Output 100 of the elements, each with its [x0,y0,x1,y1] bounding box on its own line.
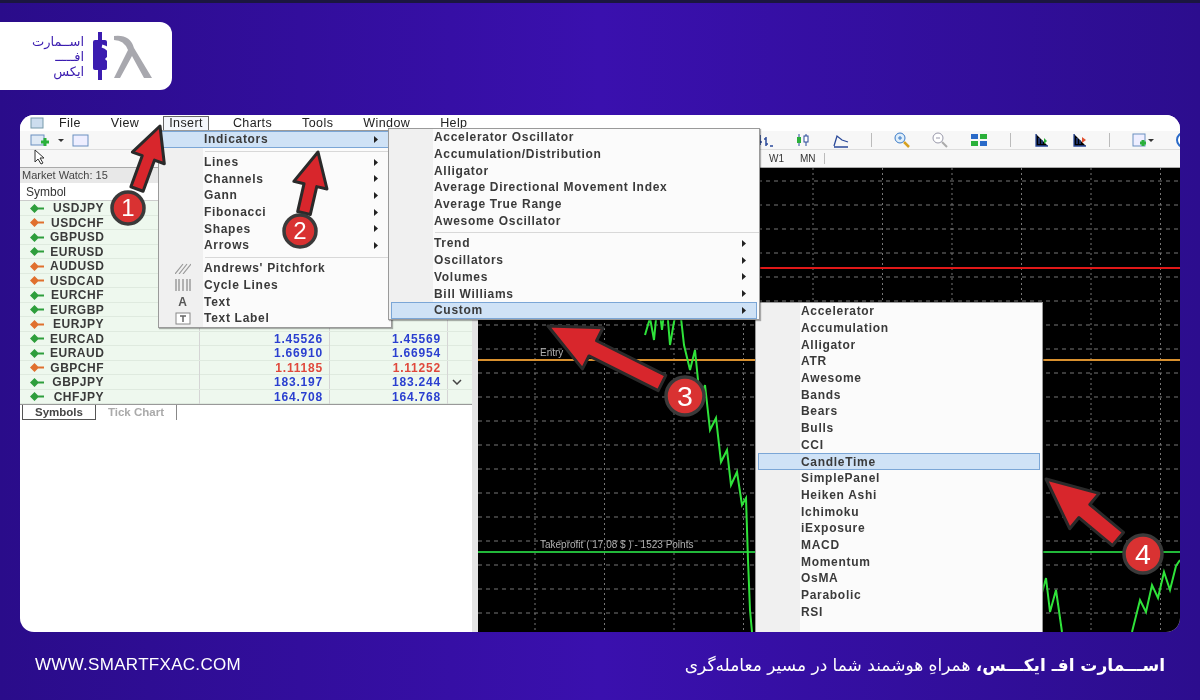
line-chart-icon[interactable] [833,132,849,148]
menu-item[interactable]: SimplePanel [801,471,881,486]
candles-icon[interactable] [795,132,811,148]
table-cell: 1.66910 [200,346,330,360]
menu-item[interactable]: Awesome [801,371,862,386]
menu-item[interactable]: Bill Williams [434,286,514,301]
chevron-down-icon[interactable] [452,379,462,385]
menu-item[interactable]: Bulls [801,421,834,436]
menu-item[interactable]: View [104,115,146,131]
line-label: Takeprofit ( 17.08 $ ) - 1523 Points [540,539,694,550]
diamond-icon [30,305,44,314]
symbol-name: EURUSD [50,244,104,259]
symbol-name: EURCHF [50,288,104,302]
menu-item[interactable]: Ichimoku [801,504,860,519]
add-indicator-icon[interactable] [1132,132,1154,148]
symbol-name: GBPJPY [51,375,104,389]
diamond-icon [30,377,44,387]
tab[interactable]: Symbols [22,405,96,420]
menu-item[interactable]: Channels [204,171,264,186]
diamond-icon [30,334,44,343]
menu-item[interactable]: Trend [434,236,471,251]
menu-item[interactable]: Andrews' Pitchfork [204,261,326,276]
diamond-icon [30,319,44,329]
menu-item[interactable]: Gann [204,188,238,203]
bar-chart-icon[interactable] [757,132,773,148]
menu-item[interactable]: iExposure [801,521,866,536]
menu-item[interactable]: Heiken Ashi [801,487,877,502]
menu-item[interactable]: Accelerator Oscillator [434,130,575,145]
menu-item[interactable]: Volumes [434,269,489,284]
menu-item[interactable]: Average Directional Movement Index [434,180,668,195]
menu-item[interactable]: Awesome Oscillator [434,213,562,228]
symbol-name: GBPUSD [50,230,104,244]
table-cell: 1.11252 [330,360,448,375]
menu-item[interactable]: ATR [801,354,827,369]
timeframe-button[interactable]: MN [792,153,824,164]
menu-item[interactable]: Parabolic [801,588,862,603]
table-cell: 1.45526 [200,331,330,346]
menu-item[interactable]: Momentum [801,554,871,569]
symbol-name: EURAUD [50,346,104,360]
menu-item[interactable]: Average True Range [434,197,563,212]
menu-item[interactable]: CCI [801,437,824,452]
menu-item[interactable]: MACD [801,537,840,552]
website-url: WWW.SMARTFXAC.COM [35,654,241,675]
menu-item[interactable]: Window [357,115,417,131]
menu-item[interactable]: Charts [226,115,279,131]
diamond-icon [30,247,44,256]
menu-item[interactable]: Accumulation/Distribution [434,147,602,162]
cursor-icon[interactable] [34,148,46,165]
menu-item[interactable]: Text [204,294,231,309]
symbol-name: EURJPY [51,317,104,331]
text-tool-icon: A [178,294,188,309]
menu-item[interactable]: Custom [391,301,757,319]
menu-item[interactable]: Arrows [204,238,250,253]
menu-item[interactable]: Accelerator [801,304,875,319]
menu-item[interactable]: OsMA [801,571,839,586]
label-icon [175,311,191,325]
symbol-name: EURGBP [50,302,104,317]
menu-item[interactable]: Accumulation [801,321,889,336]
symbol-name: EURCAD [50,331,104,346]
menu-item[interactable]: Lines [204,155,239,170]
menu-item[interactable]: Cycle Lines [204,277,279,292]
menu-item[interactable]: Oscillators [434,253,504,268]
menu-item[interactable]: Tools [296,115,340,131]
cycle-lines-icon [175,278,191,291]
tile-windows-icon[interactable] [970,132,988,148]
menu-item[interactable]: CandleTime [758,453,1040,470]
menu-item[interactable]: Alligator [801,337,856,352]
symbol-name: USDCHF [50,215,104,230]
logo-text: اســمارت افـــــ ایکس [32,33,85,79]
table-cell: 183.197 [200,375,330,389]
diamond-icon [30,203,44,213]
symbol-name: CHFJPY [52,389,104,404]
menu-item[interactable]: Help [434,115,474,131]
diamond-icon [30,392,44,401]
slogan-text: اســـمارت افـ ایکـــس، همراهِ هوشمند شما در مسیر معامله‌گری [684,654,1165,675]
menu-item[interactable]: Bands [801,387,842,402]
zoom-in-icon[interactable] [894,132,910,148]
diamond-icon [30,363,44,372]
menu-item[interactable]: Fibonacci [204,205,267,220]
menu-item[interactable]: Shapes [204,221,251,236]
symbol-name: AUDUSD [50,259,104,273]
menu-item[interactable]: RSI [801,604,824,619]
menu-item[interactable]: Insert [163,115,209,131]
table-cell: 164.708 [200,389,330,404]
menu-item[interactable]: File [53,115,87,131]
diamond-icon [30,290,44,300]
annotation-arrow [292,150,329,216]
diamond-icon [30,276,44,285]
table-cell: 164.768 [330,389,448,404]
menu-item[interactable]: Text Label [204,311,270,326]
column-header: Symbol [25,184,67,199]
menu-item[interactable]: Indicators [161,131,389,148]
diamond-icon [30,348,44,358]
menu-item[interactable]: Bears [801,404,838,419]
diamond-icon [30,232,44,242]
table-cell: 183.244 [330,375,448,389]
table-cell: 1.45569 [330,331,448,346]
timeframe-button[interactable]: W1 [761,153,792,164]
diamond-icon [30,261,44,271]
symbol-name: USDJPY [51,201,104,215]
